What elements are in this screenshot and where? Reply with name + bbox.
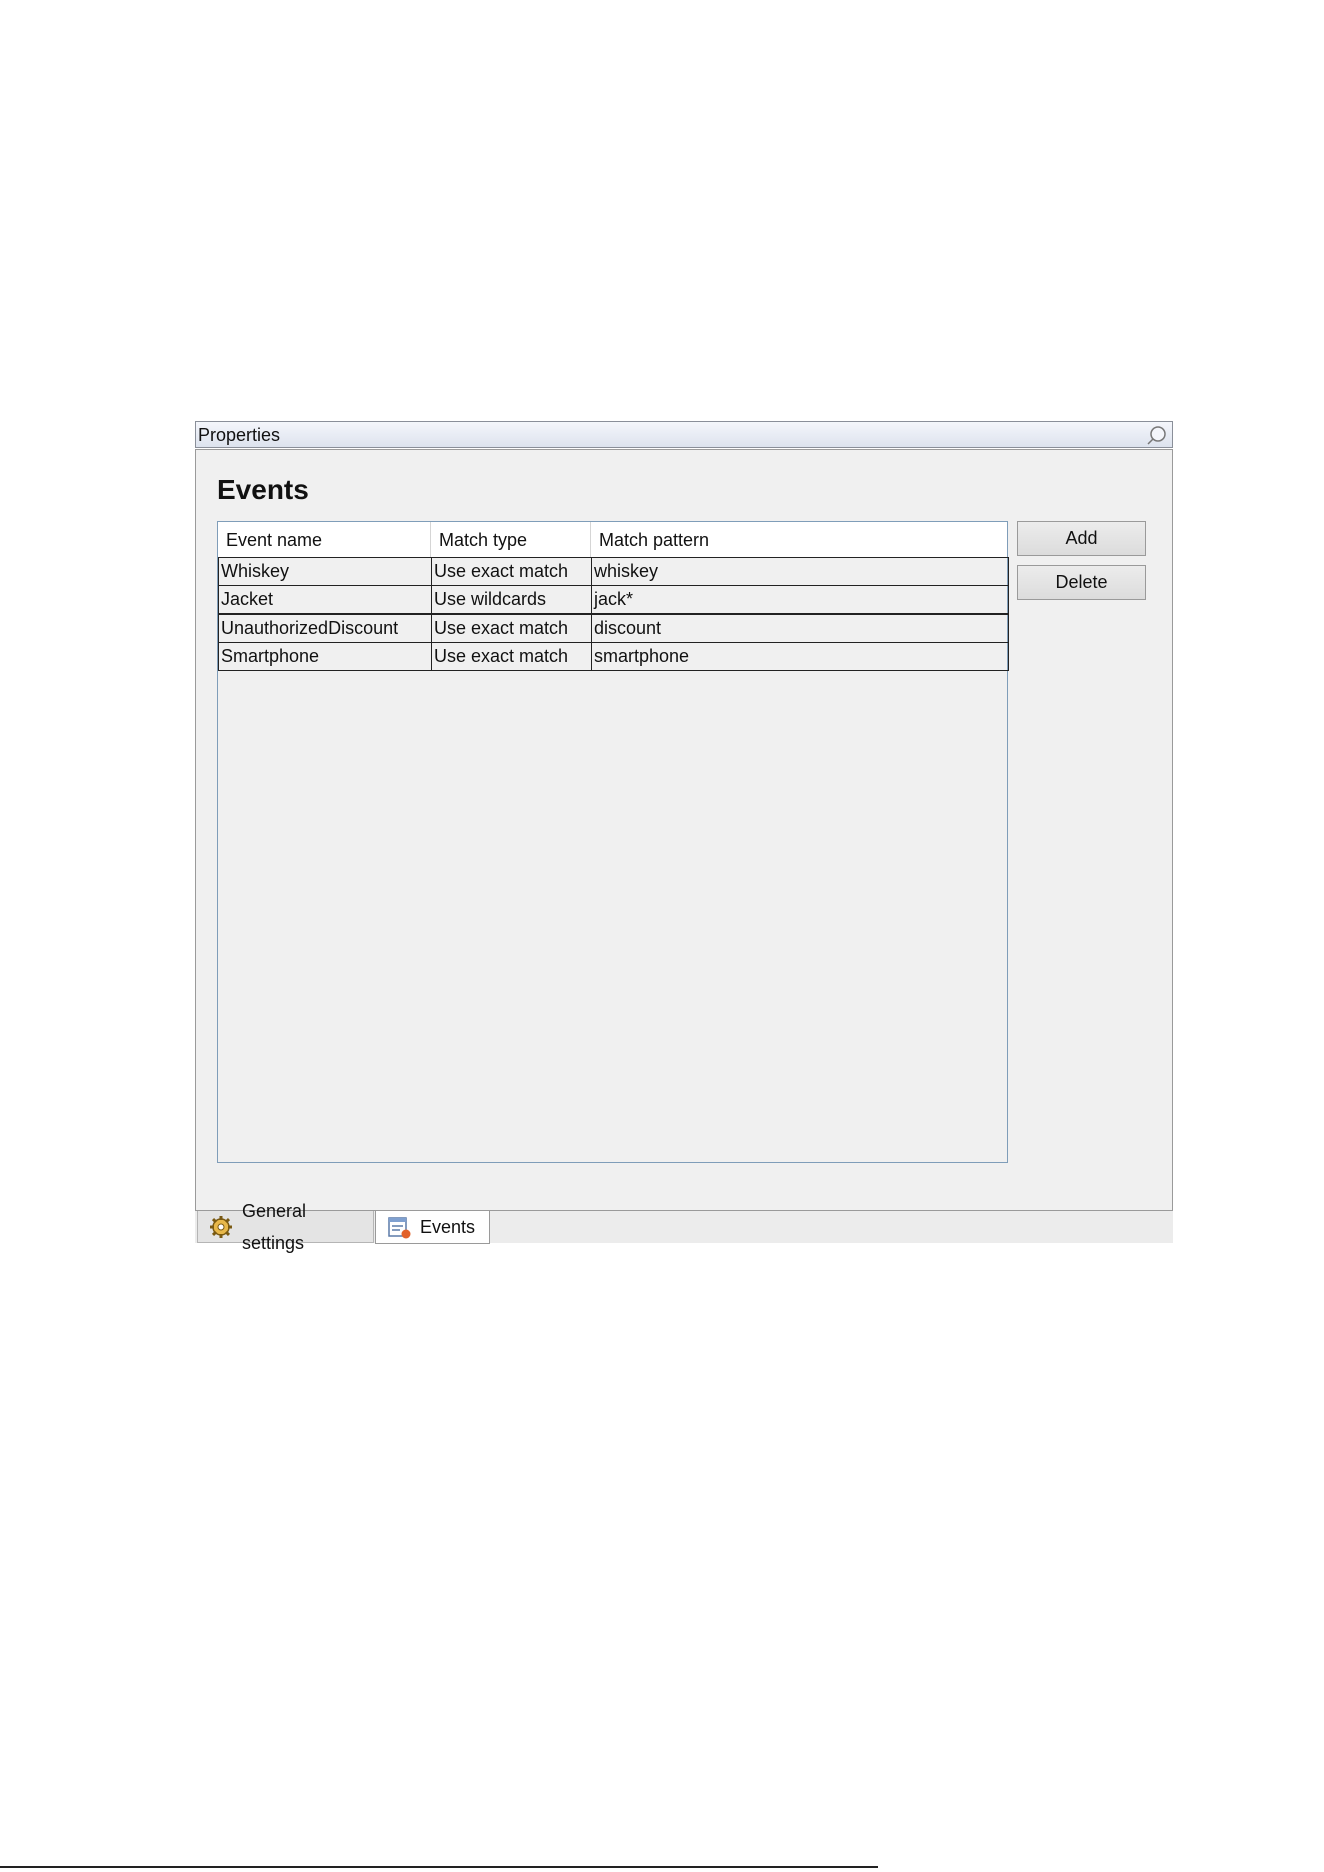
tab-events[interactable]: Events: [375, 1211, 490, 1244]
match-type-cell[interactable]: Use exact match: [431, 615, 591, 642]
gear-icon: [209, 1215, 232, 1238]
table-row[interactable]: Jacket Use wildcards jack*: [218, 585, 1009, 614]
tab-bar: General settings Events: [195, 1201, 1173, 1253]
match-pattern-cell[interactable]: jack*: [591, 586, 1008, 613]
column-header-event-name[interactable]: Event name: [218, 522, 430, 557]
match-pattern-cell[interactable]: whiskey: [591, 558, 1008, 585]
tab-label: General settings: [241, 1200, 307, 1253]
table-row[interactable]: Whiskey Use exact match whiskey: [218, 557, 1009, 586]
column-header-match-type[interactable]: Match type: [431, 522, 590, 557]
event-name-cell[interactable]: Smartphone: [219, 643, 431, 670]
table-row[interactable]: Smartphone Use exact match smartphone: [218, 642, 1009, 671]
event-name-cell[interactable]: Jacket: [219, 586, 431, 613]
page-footer-rule: [0, 1866, 878, 1868]
table-row[interactable]: UnauthorizedDiscount Use exact match dis…: [218, 614, 1009, 643]
pin-icon[interactable]: [1146, 424, 1168, 446]
events-panel: Events Event name Match type Match patte…: [195, 449, 1173, 1211]
grid-header: Event name Match type Match pattern: [218, 522, 1007, 558]
tab-label: Events: [420, 1217, 476, 1237]
event-name-cell[interactable]: UnauthorizedDiscount: [219, 615, 431, 642]
properties-title: Properties: [198, 425, 281, 445]
match-pattern-cell[interactable]: smartphone: [591, 643, 1008, 670]
properties-title-bar: Properties: [195, 421, 1173, 448]
events-grid[interactable]: Event name Match type Match pattern Whis…: [217, 521, 1009, 1163]
match-type-cell[interactable]: Use exact match: [431, 643, 591, 670]
page-title: Events: [217, 474, 309, 505]
column-header-match-pattern[interactable]: Match pattern: [591, 522, 1007, 557]
event-name-cell[interactable]: Whiskey: [219, 558, 431, 585]
match-pattern-cell[interactable]: discount: [591, 615, 1008, 642]
properties-window: Properties Events Event name Match type …: [195, 421, 1173, 1253]
match-type-cell[interactable]: Use exact match: [431, 558, 591, 585]
delete-button[interactable]: Delete: [1017, 565, 1146, 600]
tab-general-settings[interactable]: General settings: [197, 1201, 374, 1253]
add-button[interactable]: Add: [1017, 521, 1146, 556]
match-type-cell[interactable]: Use wildcards: [431, 586, 591, 613]
events-list-icon: [388, 1217, 411, 1239]
